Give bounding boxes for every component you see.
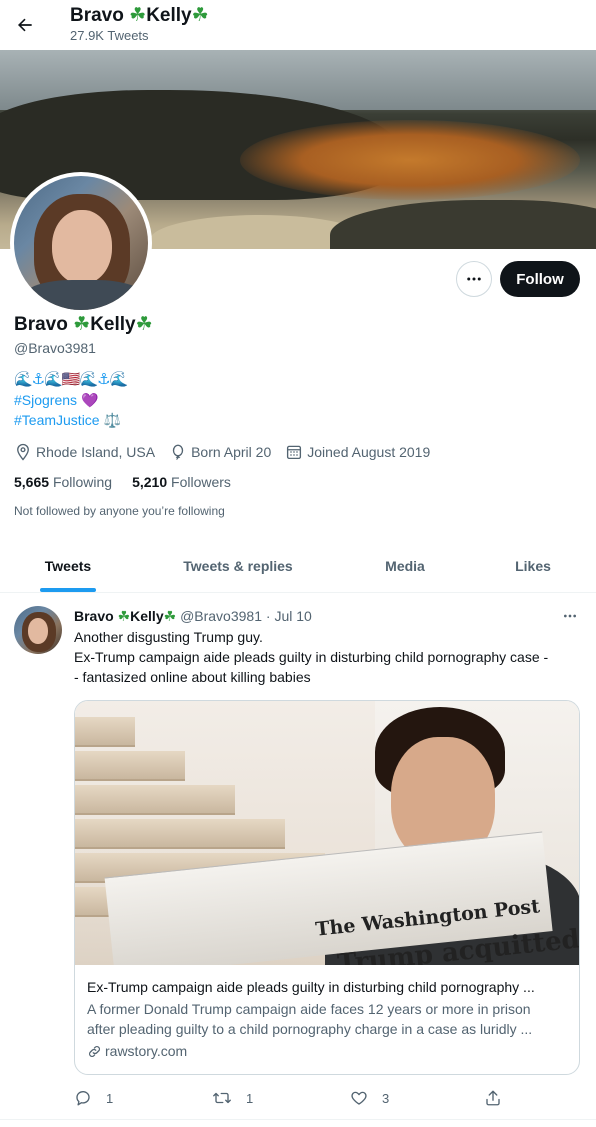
like-button[interactable]: 3 (350, 1086, 488, 1110)
joined-text: Joined August 2019 (307, 444, 431, 460)
tab-likes[interactable]: Likes (470, 540, 596, 592)
like-count: 3 (382, 1090, 390, 1106)
link-preview-description: A former Donald Trump campaign aide face… (87, 1001, 533, 1037)
retweet-count: 1 (246, 1090, 254, 1106)
retweet-button[interactable]: 1 (212, 1086, 350, 1110)
tweet-text: Another disgusting Trump guy. Ex-Trump c… (74, 629, 549, 685)
tab-media[interactable]: Media (340, 540, 470, 592)
tab-tweets[interactable]: Tweets (0, 540, 136, 592)
hashtag-link[interactable]: #Sjogrens (14, 392, 77, 408)
header-display-name: Bravo ☘Kelly☘ (70, 5, 209, 26)
location-pin-icon (17, 443, 29, 461)
follow-counts: 5,665 Following 5,210 Followers (14, 472, 231, 492)
back-arrow-icon (18, 18, 32, 32)
tweet-actions: 1 1 3 (74, 1086, 504, 1110)
link-preview-domain: rawstory.com (87, 1041, 569, 1061)
reply-icon (76, 1091, 90, 1106)
profile-tabs: Tweets Tweets & replies Media Likes (0, 540, 596, 593)
shamrock-icon: ☘ (129, 5, 147, 26)
more-icon (564, 614, 576, 618)
tweet-author-avatar[interactable] (14, 606, 62, 654)
like-icon (351, 1091, 367, 1105)
profile-meta: Rhode Island, USA Born April 20 Joined A… (14, 442, 430, 462)
shamrock-icon: ☘ (163, 608, 177, 624)
shamrock-icon: ☘ (73, 314, 91, 335)
purple-heart-emoji: 💜 (80, 392, 99, 408)
profile-handle: @Bravo3981 (14, 340, 96, 356)
profile-avatar[interactable] (10, 172, 152, 314)
profile-display-name: Bravo ☘Kelly☘ (14, 314, 153, 335)
link-preview-card[interactable]: The Washington Post Trump acquitted Ex-T… (74, 700, 580, 1075)
more-icon (467, 277, 481, 281)
reply-button[interactable]: 1 (74, 1086, 212, 1110)
not-followed-note: Not followed by anyone you’re following (14, 504, 225, 518)
shamrock-icon: ☘ (117, 608, 131, 624)
reply-count: 1 (106, 1090, 114, 1106)
share-icon (486, 1090, 500, 1106)
balloon-icon (172, 444, 184, 460)
shamrock-icon: ☘ (191, 5, 209, 26)
active-tab-indicator (40, 588, 96, 592)
more-options-button[interactable] (456, 261, 492, 297)
tweet-author-handle[interactable]: @Bravo3981 (180, 608, 262, 624)
link-preview-title: Ex-Trump campaign aide pleads guilty in … (87, 979, 535, 995)
scales-emoji: ⚖️ (103, 412, 121, 428)
calendar-icon (287, 445, 302, 460)
hashtag-link[interactable]: #TeamJustice (14, 412, 100, 428)
tweet-date[interactable]: Jul 10 (274, 608, 311, 624)
back-button[interactable] (8, 8, 42, 42)
shamrock-icon: ☘ (135, 314, 153, 335)
tweet-header: Bravo ☘Kelly☘ @Bravo3981 · Jul 10 (74, 608, 312, 624)
tweet-more-button[interactable] (558, 606, 582, 626)
link-preview-image: The Washington Post Trump acquitted (75, 701, 579, 965)
followers-link[interactable]: 5,210 Followers (132, 472, 231, 492)
location-text: Rhode Island, USA (36, 444, 156, 460)
tweet[interactable]: Bravo ☘Kelly☘ @Bravo3981 · Jul 10 Anothe… (0, 594, 596, 1120)
following-link[interactable]: 5,665 Following (14, 472, 112, 492)
link-icon (89, 1045, 100, 1057)
bio-emoji-row: 🌊⚓🌊🇺🇸🌊⚓🌊 (14, 371, 128, 388)
follow-button[interactable]: Follow (500, 261, 580, 297)
retweet-icon (213, 1092, 231, 1104)
tab-tweets-and-replies[interactable]: Tweets & replies (136, 540, 340, 592)
profile-header: Bravo ☘Kelly☘ 27.9K Tweets (0, 0, 596, 50)
share-button[interactable] (484, 1086, 502, 1110)
tweet-author-name[interactable]: Bravo ☘Kelly☘ (74, 608, 176, 624)
profile-bio: 🌊⚓🌊🇺🇸🌊⚓🌊 #Sjogrens 💜 #TeamJustice ⚖️ (14, 370, 128, 430)
birthday-text: Born April 20 (191, 444, 272, 460)
tweet-count: 27.9K Tweets (70, 28, 149, 43)
